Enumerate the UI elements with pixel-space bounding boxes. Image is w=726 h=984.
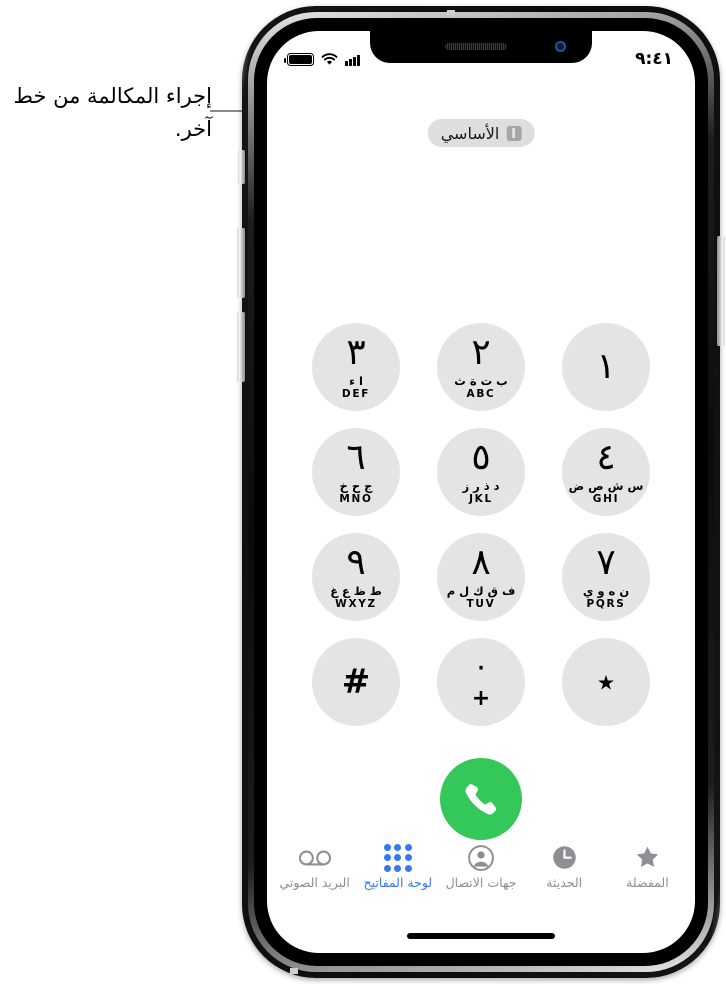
key-latin-letters: GHI — [592, 493, 620, 505]
home-indicator[interactable] — [407, 933, 555, 939]
status-bar-indicators — [284, 53, 360, 66]
key-digit: ٨ — [471, 541, 491, 583]
call-button[interactable] — [440, 758, 522, 840]
keypad-key-3[interactable]: ٣ ا ء DEF — [312, 323, 400, 411]
tab-label: البريد الصوتي — [279, 875, 350, 890]
line-selector-label: الأساسي — [440, 123, 500, 143]
key-digit: ٣ — [346, 331, 366, 373]
key-arabic-letters: ب ت ة ث — [454, 373, 508, 388]
key-digit: ٠ — [472, 648, 490, 684]
earpiece-speaker-icon — [445, 43, 508, 50]
volume-down-button[interactable] — [237, 312, 245, 382]
keypad-key-7[interactable]: ٧ ن ه و ي PQRS — [562, 533, 650, 621]
key-latin-letters: JKL — [469, 493, 493, 505]
keypad-key-2[interactable]: ٢ ب ت ة ث ABC — [437, 323, 525, 411]
voicemail-icon — [298, 843, 332, 872]
tab-contacts[interactable]: جهات الاتصال — [439, 843, 522, 890]
key-latin-letters: MNO — [339, 493, 373, 505]
key-arabic-letters: ط ظ ع غ — [330, 583, 382, 598]
key-latin-letters: PQRS — [586, 598, 626, 610]
volume-up-button[interactable] — [237, 228, 245, 298]
sim-card-icon — [506, 125, 522, 141]
wifi-icon — [321, 53, 338, 66]
key-arabic-letters: ن ه و ي — [582, 583, 630, 598]
tab-label: الحديثة — [546, 875, 583, 890]
cellular-signal-icon — [345, 53, 360, 66]
callout-text: إجراء المكالمة من خط آخر. — [13, 84, 212, 141]
keypad-key-4[interactable]: ٤ س ش ص ض GHI — [562, 428, 650, 516]
key-digit: ٢ — [471, 331, 491, 373]
key-latin-letters: WXYZ — [335, 598, 377, 610]
key-latin-letters: TUV — [466, 598, 496, 610]
phone-handset-icon — [462, 780, 500, 818]
antenna-band-bottom — [290, 968, 298, 974]
tab-favorites[interactable]: المفضلة — [606, 843, 689, 890]
key-digit: ١ — [596, 346, 616, 387]
display-notch — [370, 31, 592, 63]
keypad-key-asterisk[interactable]: ٭ — [562, 638, 650, 726]
key-latin-letters: ABC — [466, 388, 496, 400]
star-icon — [634, 843, 661, 872]
key-latin-letters: DEF — [341, 388, 371, 400]
key-digit: ٤ — [596, 436, 616, 478]
key-digit: ٦ — [346, 436, 366, 478]
tab-label: المفضلة — [626, 875, 669, 890]
key-digit: # — [341, 662, 371, 702]
key-digit: ٩ — [346, 541, 366, 583]
keypad-key-0[interactable]: ٠ + — [437, 638, 525, 726]
keypad-key-5[interactable]: ٥ د ذ ر ز JKL — [437, 428, 525, 516]
key-arabic-letters: د ذ ر ز — [462, 478, 500, 493]
key-arabic-letters: س ش ص ض — [568, 478, 644, 493]
key-arabic-letters: ف ق ك ل م — [446, 583, 516, 598]
key-plus-symbol: + — [471, 685, 491, 711]
tab-bar: المفضلة الحديثة جهات الاتصال لوحة المفات… — [267, 843, 695, 905]
iphone-device-frame: ٩:٤١ الأساسي ١ ٢ ب ت ة ث ABC ٣ ا ء DEF ٤… — [237, 6, 725, 978]
tab-keypad[interactable]: لوحة المفاتيح — [356, 843, 439, 890]
tab-label: لوحة المفاتيح — [363, 875, 433, 890]
phone-body: ٩:٤١ الأساسي ١ ٢ ب ت ة ث ABC ٣ ا ء DEF ٤… — [254, 18, 708, 966]
keypad-dots-icon — [383, 843, 412, 872]
key-digit: ٥ — [471, 436, 491, 478]
phone-screen: ٩:٤١ الأساسي ١ ٢ ب ت ة ث ABC ٣ ا ء DEF ٤… — [267, 31, 695, 953]
keypad-key-8[interactable]: ٨ ف ق ك ل م TUV — [437, 533, 525, 621]
clock-icon — [551, 843, 578, 872]
keypad-key-9[interactable]: ٩ ط ظ ع غ WXYZ — [312, 533, 400, 621]
dial-keypad: ١ ٢ ب ت ة ث ABC ٣ ا ء DEF ٤ س ش ص ض GHI — [312, 323, 650, 726]
tab-voicemail[interactable]: البريد الصوتي — [273, 843, 356, 890]
battery-icon — [284, 53, 314, 66]
keypad-key-1[interactable]: ١ — [562, 323, 650, 411]
tab-label: جهات الاتصال — [445, 875, 517, 890]
keypad-key-6[interactable]: ٦ ج ح خ MNO — [312, 428, 400, 516]
tab-recents[interactable]: الحديثة — [523, 843, 606, 890]
keypad-key-hash[interactable]: # — [312, 638, 400, 726]
status-bar-time: ٩:٤١ — [635, 49, 673, 69]
line-selector-button[interactable]: الأساسي — [427, 119, 535, 147]
key-digit: ٭ — [596, 662, 616, 702]
silent-switch-button[interactable] — [238, 150, 245, 184]
antenna-band-top — [447, 10, 455, 15]
front-camera-icon — [555, 41, 566, 52]
side-power-button[interactable] — [717, 236, 725, 346]
contacts-person-icon — [467, 843, 495, 872]
key-digit: ٧ — [596, 541, 616, 583]
key-arabic-letters: ج ح خ — [339, 478, 373, 493]
key-arabic-letters: ا ء — [349, 373, 363, 388]
